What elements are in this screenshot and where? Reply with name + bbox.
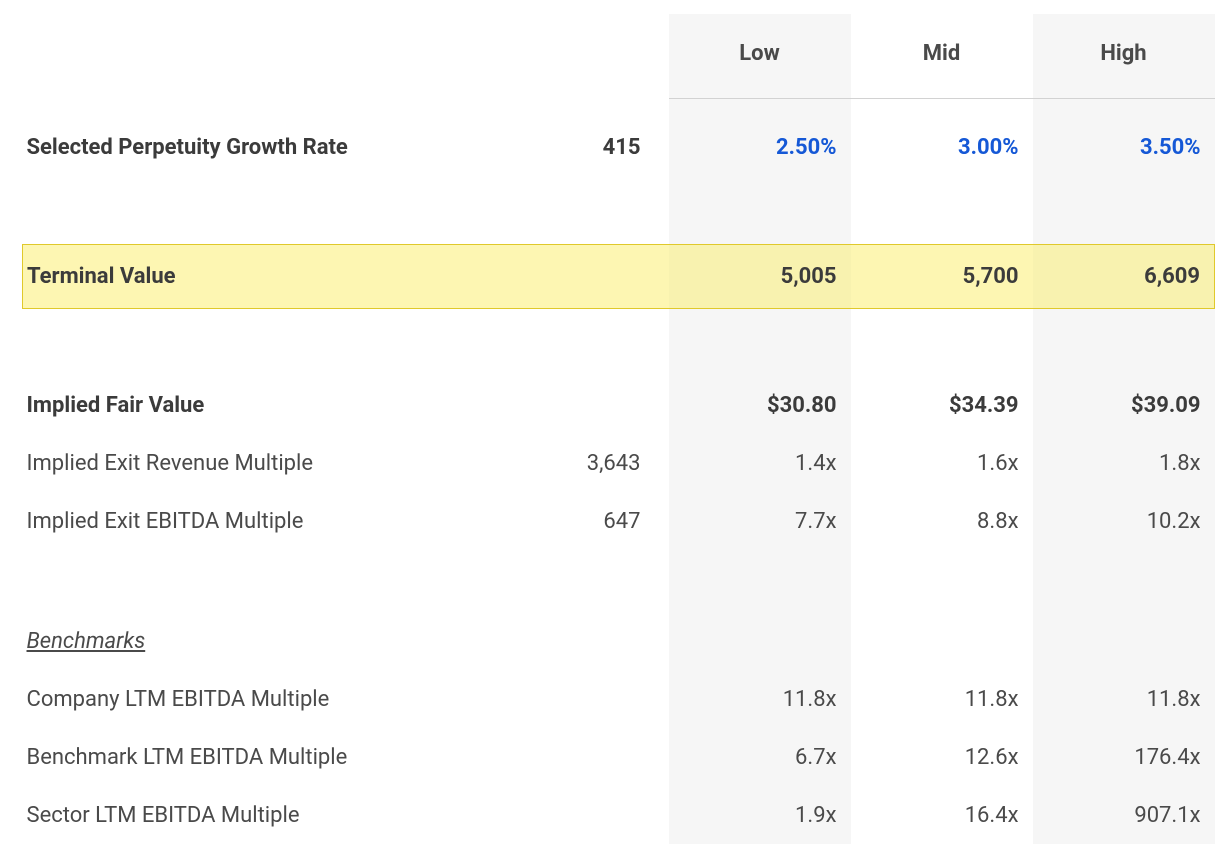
exit-ebitda-mid: 8.8x <box>851 492 1033 550</box>
row-terminal-value: Terminal Value 5,005 5,700 6,609 <box>23 244 1215 308</box>
col-header-mid: Mid <box>851 14 1033 98</box>
fairvalue-low: $30.80 <box>669 376 851 434</box>
valuation-table: Low Mid High Selected Perpetuity Growth … <box>22 14 1215 844</box>
row-perpetuity-growth: Selected Perpetuity Growth Rate 415 2.50… <box>23 118 1215 176</box>
row-benchmark-ltm: Benchmark LTM EBITDA Multiple 6.7x 12.6x… <box>23 728 1215 786</box>
label-exit-ebitda: Implied Exit EBITDA Multiple <box>23 492 433 550</box>
sector-ltm-mid: 16.4x <box>851 786 1033 844</box>
perpetuity-base: 415 <box>433 118 669 176</box>
exit-rev-low: 1.4x <box>669 434 851 492</box>
terminal-low: 5,005 <box>669 244 851 308</box>
label-fairvalue: Implied Fair Value <box>23 376 433 434</box>
row-company-ltm: Company LTM EBITDA Multiple 11.8x 11.8x … <box>23 670 1215 728</box>
terminal-high: 6,609 <box>1033 244 1215 308</box>
fairvalue-mid: $34.39 <box>851 376 1033 434</box>
exit-rev-base: 3,643 <box>433 434 669 492</box>
row-implied-fair-value: Implied Fair Value $30.80 $34.39 $39.09 <box>23 376 1215 434</box>
row-benchmarks-header: Benchmarks <box>23 612 1215 670</box>
company-ltm-low: 11.8x <box>669 670 851 728</box>
exit-ebitda-high: 10.2x <box>1033 492 1215 550</box>
exit-rev-high: 1.8x <box>1033 434 1215 492</box>
row-sector-ltm: Sector LTM EBITDA Multiple 1.9x 16.4x 90… <box>23 786 1215 844</box>
exit-ebitda-base: 647 <box>433 492 669 550</box>
exit-rev-mid: 1.6x <box>851 434 1033 492</box>
label-perpetuity: Selected Perpetuity Growth Rate <box>23 118 433 176</box>
benchmark-ltm-low: 6.7x <box>669 728 851 786</box>
sector-ltm-high: 907.1x <box>1033 786 1215 844</box>
label-terminal: Terminal Value <box>23 244 433 308</box>
company-ltm-mid: 11.8x <box>851 670 1033 728</box>
label-company-ltm: Company LTM EBITDA Multiple <box>23 670 433 728</box>
benchmark-ltm-mid: 12.6x <box>851 728 1033 786</box>
exit-ebitda-low: 7.7x <box>669 492 851 550</box>
col-header-high: High <box>1033 14 1215 98</box>
sector-ltm-low: 1.9x <box>669 786 851 844</box>
label-benchmarks: Benchmarks <box>23 612 433 670</box>
company-ltm-high: 11.8x <box>1033 670 1215 728</box>
perpetuity-high: 3.50% <box>1033 118 1215 176</box>
benchmark-ltm-high: 176.4x <box>1033 728 1215 786</box>
col-header-low: Low <box>669 14 851 98</box>
row-exit-revenue-multiple: Implied Exit Revenue Multiple 3,643 1.4x… <box>23 434 1215 492</box>
row-exit-ebitda-multiple: Implied Exit EBITDA Multiple 647 7.7x 8.… <box>23 492 1215 550</box>
perpetuity-low: 2.50% <box>669 118 851 176</box>
terminal-mid: 5,700 <box>851 244 1033 308</box>
label-exit-rev: Implied Exit Revenue Multiple <box>23 434 433 492</box>
column-headers: Low Mid High <box>23 14 1215 98</box>
label-sector-ltm: Sector LTM EBITDA Multiple <box>23 786 433 844</box>
label-benchmark-ltm: Benchmark LTM EBITDA Multiple <box>23 728 433 786</box>
fairvalue-high: $39.09 <box>1033 376 1215 434</box>
perpetuity-mid: 3.00% <box>851 118 1033 176</box>
